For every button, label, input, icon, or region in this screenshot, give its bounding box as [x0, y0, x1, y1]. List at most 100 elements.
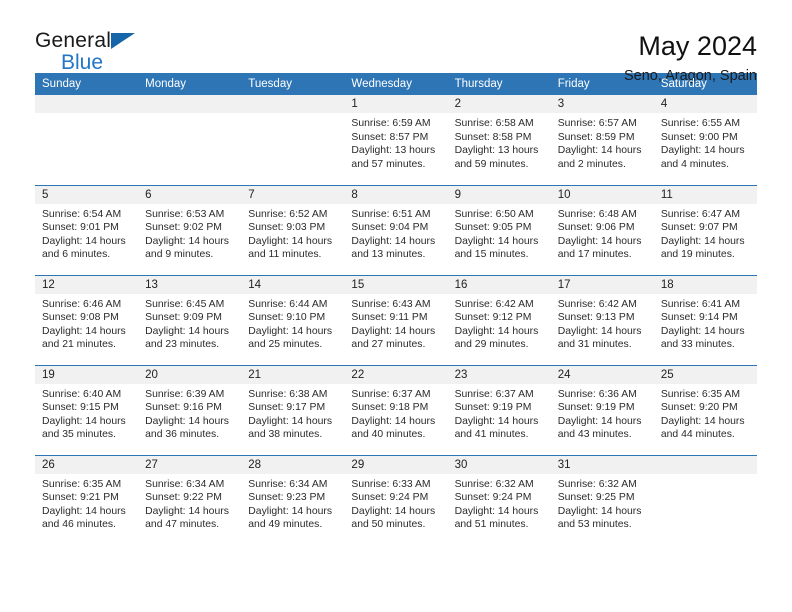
daylight-text: Daylight: 14 hours and 21 minutes. — [42, 325, 126, 351]
calendar-day-cell[interactable]: 21 Sunrise: 6:38 AM Sunset: 9:17 PM Dayligh… — [241, 364, 345, 455]
sunset-text: Sunset: 9:12 PM — [454, 312, 532, 324]
sunset-text: Sunset: 9:17 PM — [248, 402, 326, 414]
sunset-text: Sunset: 9:15 PM — [42, 402, 119, 414]
sunset-text: Sunset: 9:20 PM — [660, 402, 738, 414]
sunrise-text: Sunrise: 6:34 AM — [248, 478, 328, 490]
day-number: 7 — [241, 185, 345, 204]
sunrise-text: Sunrise: 6:55 AM — [660, 118, 740, 129]
day-number — [138, 95, 242, 113]
calendar-day-cell[interactable]: 19 Sunrise: 6:40 AM Sunset: 9:15 PM Dayligh… — [35, 364, 139, 455]
brand-logo[interactable]: General Blue — [35, 30, 155, 76]
day-number: 5 — [35, 185, 139, 204]
calendar-day-cell[interactable]: 13 Sunrise: 6:45 AM Sunset: 9:09 PM Dayligh… — [138, 274, 242, 365]
calendar-day-cell[interactable]: 9 Sunrise: 6:50 AM Sunset: 9:05 PM Daylight… — [447, 184, 551, 275]
day-details: Sunrise: 6:36 AM Sunset: 9:19 PM Daylight:… — [551, 384, 654, 442]
calendar-container: Sunday Monday Tuesday Wednesday Thursday… — [0, 73, 792, 545]
sunrise-text: Sunrise: 6:35 AM — [660, 388, 740, 400]
brand-name-blue: Blue — [61, 51, 104, 74]
day-number: 22 — [344, 365, 448, 384]
calendar-day-cell[interactable]: 12 Sunrise: 6:46 AM Sunset: 9:08 PM Dayligh… — [35, 274, 139, 365]
day-number — [653, 455, 757, 474]
sunset-text: Sunset: 9:09 PM — [145, 312, 222, 324]
day-details: Sunrise: 6:50 AM Sunset: 9:05 PM Daylight:… — [448, 204, 551, 262]
triangle-icon — [111, 33, 135, 49]
calendar-day-cell[interactable]: 27 Sunrise: 6:34 AM Sunset: 9:22 PM Dayligh… — [138, 454, 242, 545]
calendar-day-cell[interactable]: 24 Sunrise: 6:36 AM Sunset: 9:19 PM Dayligh… — [550, 364, 654, 455]
calendar-day-cell[interactable]: 29 Sunrise: 6:33 AM Sunset: 9:24 PM Dayligh… — [344, 454, 448, 545]
calendar-cell-empty — [241, 95, 345, 185]
day-number: 27 — [138, 455, 242, 474]
daylight-text: Daylight: 14 hours and 40 minutes. — [351, 415, 436, 441]
day-details: Sunrise: 6:51 AM Sunset: 9:04 PM Daylight:… — [344, 204, 447, 262]
calendar-day-cell[interactable]: 10 Sunrise: 6:48 AM Sunset: 9:06 PM Dayligh… — [550, 184, 654, 275]
calendar-day-cell[interactable]: 14 Sunrise: 6:44 AM Sunset: 9:10 PM Dayligh… — [241, 274, 345, 365]
day-number: 2 — [447, 95, 551, 113]
calendar-day-cell[interactable]: 8 Sunrise: 6:51 AM Sunset: 9:04 PM Daylight… — [344, 184, 448, 275]
day-number — [241, 95, 345, 113]
day-details: Sunrise: 6:35 AM Sunset: 9:20 PM Daylight:… — [654, 384, 757, 442]
daylight-text: Daylight: 14 hours and 43 minutes. — [557, 415, 642, 441]
calendar-day-cell[interactable]: 16 Sunrise: 6:42 AM Sunset: 9:12 PM Dayligh… — [447, 274, 551, 365]
calendar-day-cell[interactable]: 2 Sunrise: 6:58 AM Sunset: 8:58 PM Daylight… — [447, 95, 551, 185]
calendar-day-cell[interactable]: 4 Sunrise: 6:55 AM Sunset: 9:00 PM Daylight… — [653, 95, 757, 185]
calendar-day-cell[interactable]: 17 Sunrise: 6:42 AM Sunset: 9:13 PM Dayligh… — [550, 274, 654, 365]
sunset-text: Sunset: 9:11 PM — [351, 312, 428, 324]
calendar-day-cell[interactable]: 6 Sunrise: 6:53 AM Sunset: 9:02 PM Daylight… — [138, 184, 242, 275]
sunrise-text: Sunrise: 6:35 AM — [42, 478, 122, 490]
sunrise-text: Sunrise: 6:41 AM — [660, 298, 740, 310]
sunset-text: Sunset: 8:57 PM — [351, 131, 429, 143]
sunset-text: Sunset: 8:59 PM — [557, 131, 635, 143]
calendar-day-cell[interactable]: 1 Sunrise: 6:59 AM Sunset: 8:57 PM Daylight… — [344, 95, 448, 185]
day-details: Sunrise: 6:34 AM Sunset: 9:22 PM Daylight:… — [138, 474, 241, 532]
calendar-week-row: 26 Sunrise: 6:35 AM Sunset: 9:21 PM Dayligh… — [35, 454, 757, 545]
daylight-text: Daylight: 14 hours and 41 minutes. — [454, 415, 539, 441]
sunrise-text: Sunrise: 6:54 AM — [42, 208, 122, 220]
sunrise-text: Sunrise: 6:45 AM — [145, 298, 225, 310]
calendar-day-cell[interactable]: 30 Sunrise: 6:32 AM Sunset: 9:24 PM Dayligh… — [447, 454, 551, 545]
sunrise-text: Sunrise: 6:44 AM — [248, 298, 328, 310]
weekday-header-sunday: Sunday — [35, 73, 139, 95]
sunrise-text: Sunrise: 6:46 AM — [42, 298, 122, 310]
daylight-text: Daylight: 14 hours and 33 minutes. — [660, 325, 745, 351]
calendar-cell-empty — [653, 454, 757, 545]
day-details: Sunrise: 6:59 AM Sunset: 8:57 PM Daylight:… — [344, 113, 447, 171]
sunset-text: Sunset: 9:16 PM — [145, 402, 222, 414]
day-number: 10 — [550, 185, 654, 204]
calendar-day-cell[interactable]: 28 Sunrise: 6:34 AM Sunset: 9:23 PM Dayligh… — [241, 454, 345, 545]
calendar-day-cell[interactable]: 25 Sunrise: 6:35 AM Sunset: 9:20 PM Dayligh… — [653, 364, 757, 455]
day-details: Sunrise: 6:55 AM Sunset: 9:00 PM Daylight:… — [654, 113, 757, 171]
calendar-day-cell[interactable]: 18 Sunrise: 6:41 AM Sunset: 9:14 PM Dayligh… — [653, 274, 757, 365]
calendar-day-cell[interactable]: 26 Sunrise: 6:35 AM Sunset: 9:21 PM Dayligh… — [35, 454, 139, 545]
calendar-body: 1 Sunrise: 6:59 AM Sunset: 8:57 PM Daylight… — [35, 95, 757, 545]
sunset-text: Sunset: 9:08 PM — [42, 312, 119, 324]
calendar-week-row: 1 Sunrise: 6:59 AM Sunset: 8:57 PM Daylight… — [35, 95, 757, 185]
calendar-day-cell[interactable]: 7 Sunrise: 6:52 AM Sunset: 9:03 PM Daylight… — [241, 184, 345, 275]
calendar-day-cell[interactable]: 20 Sunrise: 6:39 AM Sunset: 9:16 PM Dayligh… — [138, 364, 242, 455]
sunset-text: Sunset: 9:25 PM — [557, 492, 635, 504]
calendar-day-cell[interactable]: 11 Sunrise: 6:47 AM Sunset: 9:07 PM Dayligh… — [653, 184, 757, 275]
day-details: Sunrise: 6:53 AM Sunset: 9:02 PM Daylight:… — [138, 204, 241, 262]
calendar-day-cell[interactable]: 15 Sunrise: 6:43 AM Sunset: 9:11 PM Dayligh… — [344, 274, 448, 365]
calendar-day-cell[interactable]: 5 Sunrise: 6:54 AM Sunset: 9:01 PM Daylight… — [35, 184, 139, 275]
day-number: 9 — [447, 185, 551, 204]
sunrise-text: Sunrise: 6:34 AM — [145, 478, 225, 490]
sunset-text: Sunset: 9:14 PM — [660, 312, 738, 324]
sunrise-text: Sunrise: 6:48 AM — [557, 208, 637, 220]
day-number: 17 — [550, 275, 654, 294]
daylight-text: Daylight: 14 hours and 53 minutes. — [557, 505, 642, 531]
daylight-text: Daylight: 14 hours and 31 minutes. — [557, 325, 642, 351]
daylight-text: Daylight: 14 hours and 51 minutes. — [454, 505, 539, 531]
calendar-cell-empty — [138, 95, 242, 185]
day-number: 14 — [241, 275, 345, 294]
day-details: Sunrise: 6:37 AM Sunset: 9:19 PM Daylight:… — [448, 384, 551, 442]
calendar-day-cell[interactable]: 22 Sunrise: 6:37 AM Sunset: 9:18 PM Dayligh… — [344, 364, 448, 455]
calendar-week-row: 19 Sunrise: 6:40 AM Sunset: 9:15 PM Dayligh… — [35, 364, 757, 455]
day-number: 12 — [35, 275, 139, 294]
calendar-day-cell[interactable]: 31 Sunrise: 6:32 AM Sunset: 9:25 PM Dayligh… — [550, 454, 654, 545]
day-details: Sunrise: 6:57 AM Sunset: 8:59 PM Daylight:… — [551, 113, 654, 171]
daylight-text: Daylight: 14 hours and 36 minutes. — [145, 415, 229, 441]
day-details: Sunrise: 6:43 AM Sunset: 9:11 PM Daylight:… — [344, 294, 447, 352]
sunrise-text: Sunrise: 6:37 AM — [454, 388, 534, 400]
calendar-day-cell[interactable]: 3 Sunrise: 6:57 AM Sunset: 8:59 PM Daylight… — [550, 95, 654, 185]
calendar-day-cell[interactable]: 23 Sunrise: 6:37 AM Sunset: 9:19 PM Dayligh… — [447, 364, 551, 455]
